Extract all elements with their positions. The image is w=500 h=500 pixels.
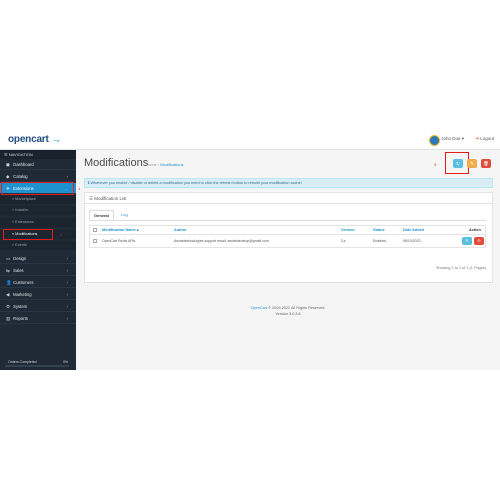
sidebar-item-design[interactable]: ▭ Design ›	[0, 253, 76, 264]
sidebar-item-reports[interactable]: ▥ Reports ›	[0, 313, 76, 324]
refresh-button[interactable]: ↻	[453, 159, 463, 168]
highlight-extensions	[1, 182, 74, 195]
sidebar-item-system[interactable]: ⚙ System ›	[0, 301, 76, 312]
refresh-icon: ↻	[456, 161, 460, 166]
opencart-logo[interactable]: opencart	[8, 134, 49, 145]
column-date-added[interactable]: Date Added	[403, 226, 424, 235]
footer-opencart-link[interactable]: OpenCart	[251, 306, 267, 310]
logout-link[interactable]: ⇥ Logout	[475, 136, 494, 142]
clear-button[interactable]: ✎	[467, 159, 477, 168]
row-checkbox[interactable]	[93, 239, 97, 243]
breadcrumb-modifications[interactable]: Modifications	[160, 162, 183, 167]
gear-icon: ⚙	[6, 304, 11, 309]
sidebar-item-customers[interactable]: 👤 Customers ›	[0, 277, 76, 288]
page-title: Modifications	[84, 157, 149, 169]
chevron-right-icon: ›	[66, 304, 69, 309]
sidebar-subitem-marketplace[interactable]: » Marketplace	[0, 195, 76, 204]
panel-heading: ☰ Modification List	[85, 193, 492, 204]
select-all-checkbox[interactable]	[93, 228, 97, 232]
sidebar-item-marketing[interactable]: ◀ Marketing ›	[0, 289, 76, 300]
row-edit-button[interactable]: ✎	[462, 237, 472, 245]
pagination-summary: Showing 1 to 1 of 1 (1 Pages)	[435, 266, 486, 270]
footer-copyright: © 2009-2022 All Rights Reserved.	[267, 306, 326, 310]
navigation-heading: ☰ NAVIGATION	[0, 150, 76, 159]
chevron-right-icon: ›	[66, 174, 69, 179]
monitor-icon: ▭	[6, 256, 11, 261]
row-date-added: 08/10/2022	[403, 239, 421, 243]
column-status[interactable]: Status	[373, 226, 385, 235]
sidebar-item-label: Reports	[13, 316, 28, 321]
chevron-right-icon: ›	[66, 256, 69, 261]
sidebar-item-label: Dashboard	[13, 162, 34, 167]
sidebar-item-label: Customers	[13, 280, 34, 285]
page-footer: OpenCart © 2009-2022 All Rights Reserved…	[76, 305, 500, 317]
tab-divider	[89, 220, 486, 221]
chevron-right-icon: ›	[66, 280, 69, 285]
breadcrumb-home[interactable]: Home	[146, 162, 157, 167]
row-author: Awrabtechnologies support email: awrabde…	[174, 239, 269, 243]
column-name[interactable]: Modification Name ▴	[102, 226, 139, 235]
row-version: 3.x	[341, 239, 346, 243]
table-row: OpenCart Redis APIs Awrabtechnologies su…	[89, 235, 486, 248]
logout-icon: ⇥	[474, 136, 479, 142]
sidebar-item-dashboard[interactable]: ◼ Dashboard	[0, 159, 76, 170]
row-disable-button[interactable]: ⊖	[474, 237, 484, 245]
sidebar-item-sales[interactable]: ⇆ Sales ›	[0, 265, 76, 276]
main-content: Modifications Home › Modifications 3 ↻ ✎…	[76, 150, 500, 370]
eraser-icon: ✎	[470, 161, 474, 166]
orders-completed-progress: Orders Completed 0%	[5, 359, 69, 368]
bar-chart-icon: ▥	[6, 316, 11, 321]
annotation-two: 2	[60, 232, 63, 237]
avatar[interactable]	[429, 135, 440, 146]
sidebar-subitem-installer[interactable]: » Installer	[0, 206, 76, 215]
sidebar-item-label: System	[13, 304, 28, 309]
breadcrumb: Home › Modifications	[146, 162, 184, 167]
top-header: opencart ⇁ John Doe ▾ ⇥ Logout	[0, 132, 500, 150]
progress-bar	[5, 365, 69, 367]
annotation-three: 3	[434, 162, 437, 167]
row-status: Enabled	[373, 239, 386, 243]
sidebar-subitem-extensions[interactable]: » Extensions	[0, 218, 76, 227]
column-action: Action	[469, 228, 481, 232]
dashboard-icon: ◼	[6, 162, 10, 167]
minus-circle-icon: ⊖	[477, 238, 481, 243]
breadcrumb-separator: ›	[157, 162, 160, 167]
sidebar-item-label: Marketing	[13, 292, 32, 297]
chevron-right-icon: ›	[66, 268, 69, 273]
user-icon: 👤	[6, 280, 12, 285]
sidebar-item-label: Design	[13, 256, 27, 261]
column-author[interactable]: Author	[174, 226, 186, 235]
chevron-down-icon: ▾	[461, 136, 464, 141]
progress-label: Orders Completed	[8, 360, 37, 364]
user-menu[interactable]: John Doe ▾	[441, 136, 464, 142]
footer-version: Version 3.0.3.6	[275, 312, 301, 316]
chevron-right-icon: ›	[66, 292, 69, 297]
column-version[interactable]: Version	[341, 226, 355, 235]
table-header: Modification Name ▴ Author Version Statu…	[89, 225, 486, 235]
cart-logo-icon: ⇁	[53, 136, 60, 145]
cart-icon: ⇆	[6, 268, 10, 273]
row-name: OpenCart Redis APIs	[102, 239, 136, 243]
sidebar-subitem-events[interactable]: » Events	[0, 241, 76, 250]
sidebar-navigation: ☰ NAVIGATION ◼ Dashboard ◆ Catalog › ✚ E…	[0, 150, 80, 370]
tab-log[interactable]: Log	[117, 210, 132, 220]
share-icon: ◀	[6, 292, 10, 297]
modification-list-panel: ☰ Modification List General Log Modifica…	[84, 192, 493, 283]
user-name: John Doe	[441, 136, 461, 141]
highlight-modifications	[3, 229, 53, 240]
sidebar-item-catalog[interactable]: ◆ Catalog ›	[0, 171, 76, 182]
pencil-icon: ✎	[465, 238, 469, 243]
info-alert: ℹ Whenever you enable / disable or delet…	[84, 178, 493, 188]
sidebar-item-label: Sales	[13, 268, 24, 273]
progress-value: 0%	[62, 360, 68, 364]
sidebar-item-label: Catalog	[13, 174, 28, 179]
opencart-admin-window: opencart ⇁ John Doe ▾ ⇥ Logout ☰ NAVIGAT…	[0, 132, 500, 370]
logout-label: Logout	[480, 136, 494, 141]
tag-icon: ◆	[6, 174, 10, 179]
trash-icon: 🗑	[483, 161, 489, 166]
chevron-right-icon: ›	[66, 316, 69, 321]
delete-button[interactable]: 🗑	[481, 159, 491, 168]
